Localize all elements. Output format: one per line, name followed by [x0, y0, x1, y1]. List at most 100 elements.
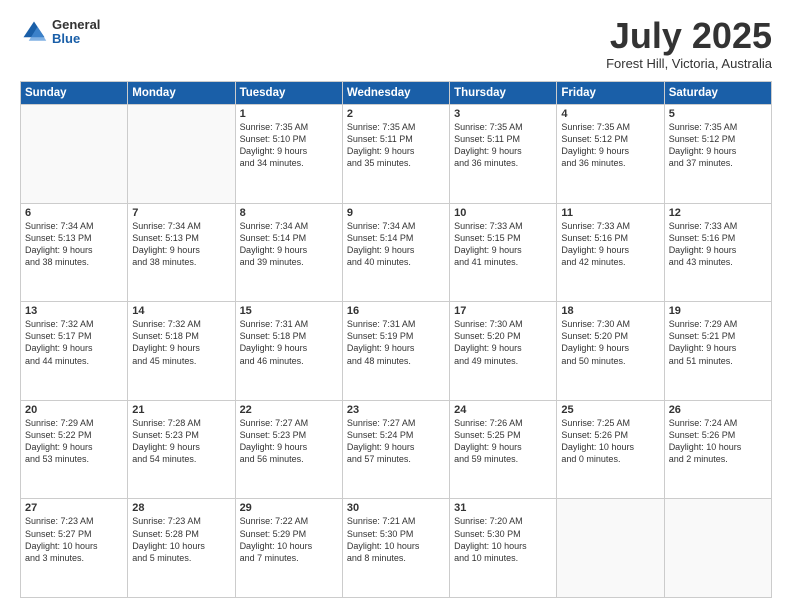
table-row: 31Sunrise: 7:20 AM Sunset: 5:30 PM Dayli… [450, 499, 557, 598]
day-number: 12 [669, 207, 767, 219]
day-info: Sunrise: 7:29 AM Sunset: 5:21 PM Dayligh… [669, 318, 767, 367]
day-info: Sunrise: 7:34 AM Sunset: 5:13 PM Dayligh… [132, 220, 230, 269]
calendar-week-row: 27Sunrise: 7:23 AM Sunset: 5:27 PM Dayli… [21, 499, 772, 598]
day-info: Sunrise: 7:34 AM Sunset: 5:13 PM Dayligh… [25, 220, 123, 269]
location: Forest Hill, Victoria, Australia [606, 56, 772, 71]
day-info: Sunrise: 7:21 AM Sunset: 5:30 PM Dayligh… [347, 515, 445, 564]
day-number: 4 [561, 108, 659, 120]
table-row: 20Sunrise: 7:29 AM Sunset: 5:22 PM Dayli… [21, 400, 128, 499]
day-number: 10 [454, 207, 552, 219]
day-number: 8 [240, 207, 338, 219]
day-number: 20 [25, 404, 123, 416]
day-info: Sunrise: 7:24 AM Sunset: 5:26 PM Dayligh… [669, 417, 767, 466]
table-row: 11Sunrise: 7:33 AM Sunset: 5:16 PM Dayli… [557, 203, 664, 302]
day-number: 26 [669, 404, 767, 416]
col-thursday: Thursday [450, 82, 557, 105]
day-number: 9 [347, 207, 445, 219]
day-number: 31 [454, 502, 552, 514]
day-info: Sunrise: 7:23 AM Sunset: 5:27 PM Dayligh… [25, 515, 123, 564]
day-number: 3 [454, 108, 552, 120]
day-info: Sunrise: 7:23 AM Sunset: 5:28 PM Dayligh… [132, 515, 230, 564]
day-info: Sunrise: 7:31 AM Sunset: 5:19 PM Dayligh… [347, 318, 445, 367]
table-row: 10Sunrise: 7:33 AM Sunset: 5:15 PM Dayli… [450, 203, 557, 302]
table-row: 3Sunrise: 7:35 AM Sunset: 5:11 PM Daylig… [450, 105, 557, 204]
table-row: 26Sunrise: 7:24 AM Sunset: 5:26 PM Dayli… [664, 400, 771, 499]
table-row [21, 105, 128, 204]
col-monday: Monday [128, 82, 235, 105]
table-row: 23Sunrise: 7:27 AM Sunset: 5:24 PM Dayli… [342, 400, 449, 499]
table-row: 29Sunrise: 7:22 AM Sunset: 5:29 PM Dayli… [235, 499, 342, 598]
table-row: 8Sunrise: 7:34 AM Sunset: 5:14 PM Daylig… [235, 203, 342, 302]
table-row: 24Sunrise: 7:26 AM Sunset: 5:25 PM Dayli… [450, 400, 557, 499]
day-number: 16 [347, 305, 445, 317]
day-info: Sunrise: 7:34 AM Sunset: 5:14 PM Dayligh… [347, 220, 445, 269]
day-info: Sunrise: 7:26 AM Sunset: 5:25 PM Dayligh… [454, 417, 552, 466]
table-row [664, 499, 771, 598]
day-number: 17 [454, 305, 552, 317]
calendar-table: Sunday Monday Tuesday Wednesday Thursday… [20, 81, 772, 598]
day-info: Sunrise: 7:35 AM Sunset: 5:12 PM Dayligh… [561, 121, 659, 170]
table-row: 15Sunrise: 7:31 AM Sunset: 5:18 PM Dayli… [235, 302, 342, 401]
table-row [128, 105, 235, 204]
day-number: 30 [347, 502, 445, 514]
day-number: 27 [25, 502, 123, 514]
table-row: 6Sunrise: 7:34 AM Sunset: 5:13 PM Daylig… [21, 203, 128, 302]
day-info: Sunrise: 7:33 AM Sunset: 5:16 PM Dayligh… [669, 220, 767, 269]
header: General Blue July 2025 Forest Hill, Vict… [20, 18, 772, 71]
table-row: 21Sunrise: 7:28 AM Sunset: 5:23 PM Dayli… [128, 400, 235, 499]
day-info: Sunrise: 7:33 AM Sunset: 5:15 PM Dayligh… [454, 220, 552, 269]
day-number: 14 [132, 305, 230, 317]
table-row: 12Sunrise: 7:33 AM Sunset: 5:16 PM Dayli… [664, 203, 771, 302]
day-info: Sunrise: 7:35 AM Sunset: 5:10 PM Dayligh… [240, 121, 338, 170]
calendar-week-row: 20Sunrise: 7:29 AM Sunset: 5:22 PM Dayli… [21, 400, 772, 499]
table-row [557, 499, 664, 598]
day-number: 24 [454, 404, 552, 416]
table-row: 25Sunrise: 7:25 AM Sunset: 5:26 PM Dayli… [557, 400, 664, 499]
day-number: 6 [25, 207, 123, 219]
day-number: 23 [347, 404, 445, 416]
table-row: 9Sunrise: 7:34 AM Sunset: 5:14 PM Daylig… [342, 203, 449, 302]
table-row: 14Sunrise: 7:32 AM Sunset: 5:18 PM Dayli… [128, 302, 235, 401]
table-row: 30Sunrise: 7:21 AM Sunset: 5:30 PM Dayli… [342, 499, 449, 598]
table-row: 2Sunrise: 7:35 AM Sunset: 5:11 PM Daylig… [342, 105, 449, 204]
day-number: 15 [240, 305, 338, 317]
day-number: 28 [132, 502, 230, 514]
logo-icon [20, 18, 48, 46]
day-info: Sunrise: 7:29 AM Sunset: 5:22 PM Dayligh… [25, 417, 123, 466]
calendar-header-row: Sunday Monday Tuesday Wednesday Thursday… [21, 82, 772, 105]
day-number: 2 [347, 108, 445, 120]
day-number: 19 [669, 305, 767, 317]
table-row: 18Sunrise: 7:30 AM Sunset: 5:20 PM Dayli… [557, 302, 664, 401]
table-row: 16Sunrise: 7:31 AM Sunset: 5:19 PM Dayli… [342, 302, 449, 401]
table-row: 28Sunrise: 7:23 AM Sunset: 5:28 PM Dayli… [128, 499, 235, 598]
day-number: 7 [132, 207, 230, 219]
logo-blue-label: Blue [52, 32, 100, 46]
day-number: 13 [25, 305, 123, 317]
day-info: Sunrise: 7:28 AM Sunset: 5:23 PM Dayligh… [132, 417, 230, 466]
day-number: 29 [240, 502, 338, 514]
table-row: 17Sunrise: 7:30 AM Sunset: 5:20 PM Dayli… [450, 302, 557, 401]
day-info: Sunrise: 7:35 AM Sunset: 5:11 PM Dayligh… [454, 121, 552, 170]
day-info: Sunrise: 7:31 AM Sunset: 5:18 PM Dayligh… [240, 318, 338, 367]
logo-general-label: General [52, 18, 100, 32]
calendar-week-row: 6Sunrise: 7:34 AM Sunset: 5:13 PM Daylig… [21, 203, 772, 302]
table-row: 5Sunrise: 7:35 AM Sunset: 5:12 PM Daylig… [664, 105, 771, 204]
day-info: Sunrise: 7:35 AM Sunset: 5:11 PM Dayligh… [347, 121, 445, 170]
day-number: 11 [561, 207, 659, 219]
table-row: 22Sunrise: 7:27 AM Sunset: 5:23 PM Dayli… [235, 400, 342, 499]
col-wednesday: Wednesday [342, 82, 449, 105]
day-info: Sunrise: 7:27 AM Sunset: 5:23 PM Dayligh… [240, 417, 338, 466]
day-info: Sunrise: 7:20 AM Sunset: 5:30 PM Dayligh… [454, 515, 552, 564]
calendar-week-row: 13Sunrise: 7:32 AM Sunset: 5:17 PM Dayli… [21, 302, 772, 401]
day-info: Sunrise: 7:22 AM Sunset: 5:29 PM Dayligh… [240, 515, 338, 564]
day-number: 21 [132, 404, 230, 416]
table-row: 13Sunrise: 7:32 AM Sunset: 5:17 PM Dayli… [21, 302, 128, 401]
month-title: July 2025 [606, 18, 772, 54]
col-friday: Friday [557, 82, 664, 105]
logo-text: General Blue [52, 18, 100, 47]
day-info: Sunrise: 7:34 AM Sunset: 5:14 PM Dayligh… [240, 220, 338, 269]
day-info: Sunrise: 7:33 AM Sunset: 5:16 PM Dayligh… [561, 220, 659, 269]
table-row: 1Sunrise: 7:35 AM Sunset: 5:10 PM Daylig… [235, 105, 342, 204]
table-row: 27Sunrise: 7:23 AM Sunset: 5:27 PM Dayli… [21, 499, 128, 598]
day-info: Sunrise: 7:32 AM Sunset: 5:18 PM Dayligh… [132, 318, 230, 367]
